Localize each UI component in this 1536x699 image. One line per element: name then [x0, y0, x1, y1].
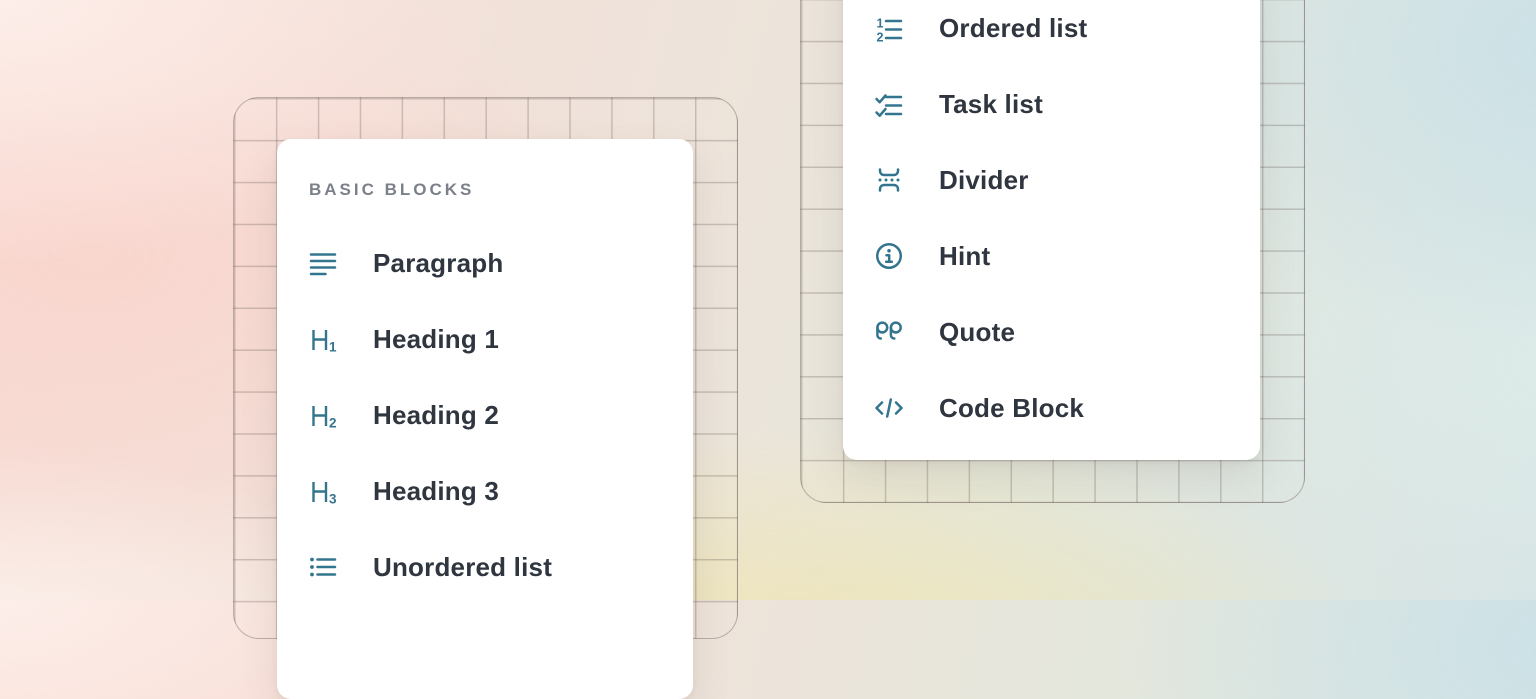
- blocks-menu-continued: 1 2 Ordered list Task list Divider: [843, 0, 1260, 460]
- menu-item-heading-1[interactable]: 1 Heading 1: [307, 311, 663, 367]
- menu-item-label: Hint: [939, 241, 990, 272]
- svg-text:1: 1: [329, 340, 337, 355]
- menu-item-label: Divider: [939, 165, 1029, 196]
- menu-item-quote[interactable]: Quote: [873, 304, 1230, 360]
- menu-item-unordered-list[interactable]: Unordered list: [307, 539, 663, 595]
- menu-item-label: Unordered list: [373, 552, 552, 583]
- paragraph-icon: [307, 247, 339, 279]
- basic-blocks-menu: BASIC BLOCKS Paragraph 1 Heading 1 2 Hea…: [277, 139, 693, 699]
- menu-item-label: Ordered list: [939, 13, 1087, 44]
- section-label: BASIC BLOCKS: [309, 181, 663, 198]
- heading-1-icon: 1: [307, 323, 339, 355]
- menu-item-label: Task list: [939, 89, 1043, 120]
- task-list-icon: [873, 88, 905, 120]
- heading-3-icon: 3: [307, 475, 339, 507]
- menu-item-label: Heading 2: [373, 400, 499, 431]
- menu-item-hint[interactable]: Hint: [873, 228, 1230, 284]
- code-block-icon: [873, 392, 905, 424]
- menu-item-heading-3[interactable]: 3 Heading 3: [307, 463, 663, 519]
- menu-item-divider[interactable]: Divider: [873, 152, 1230, 208]
- svg-text:2: 2: [877, 31, 884, 45]
- menu-item-ordered-list[interactable]: 1 2 Ordered list: [873, 0, 1230, 56]
- heading-2-icon: 2: [307, 399, 339, 431]
- hint-icon: [873, 240, 905, 272]
- menu-item-label: Heading 3: [373, 476, 499, 507]
- unordered-list-icon: [307, 551, 339, 583]
- menu-item-label: Paragraph: [373, 248, 503, 279]
- quote-icon: [873, 316, 905, 348]
- menu-item-task-list[interactable]: Task list: [873, 76, 1230, 132]
- divider-icon: [873, 164, 905, 196]
- menu-item-label: Code Block: [939, 393, 1084, 424]
- menu-item-label: Quote: [939, 317, 1015, 348]
- ordered-list-icon: 1 2: [873, 12, 905, 44]
- svg-text:2: 2: [329, 416, 337, 431]
- menu-item-heading-2[interactable]: 2 Heading 2: [307, 387, 663, 443]
- svg-text:3: 3: [329, 492, 337, 507]
- menu-item-code-block[interactable]: Code Block: [873, 380, 1230, 436]
- svg-text:1: 1: [877, 17, 884, 31]
- menu-item-paragraph[interactable]: Paragraph: [307, 235, 663, 291]
- menu-item-label: Heading 1: [373, 324, 499, 355]
